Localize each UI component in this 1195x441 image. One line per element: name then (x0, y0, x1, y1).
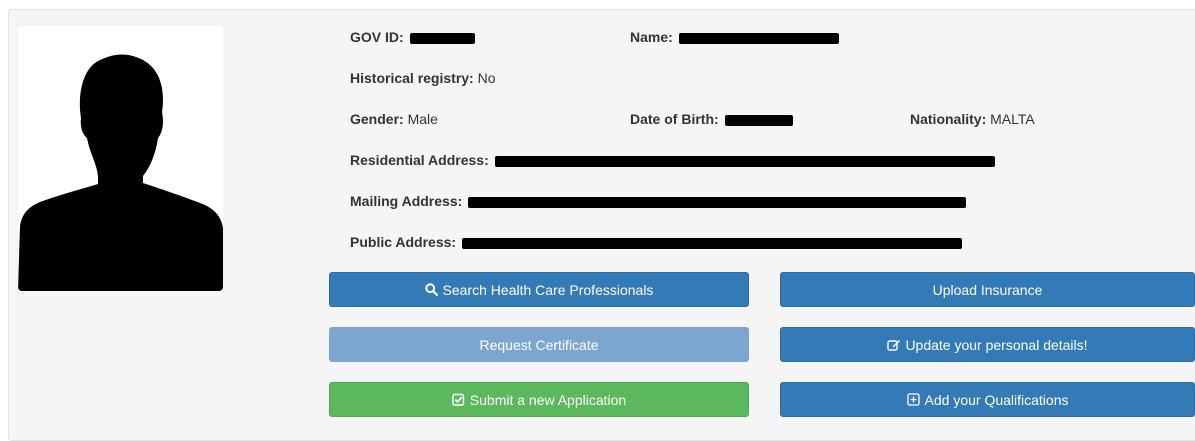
plus-square-icon (907, 393, 921, 407)
update-details-label: Update your personal details! (905, 336, 1088, 353)
upload-insurance-button[interactable]: Upload Insurance (780, 272, 1195, 307)
historical-registry-value: No (477, 70, 496, 86)
update-details-button[interactable]: Update your personal details! (780, 327, 1195, 362)
search-hcp-label: Search Health Care Professionals (442, 281, 654, 298)
mailing-address-label: Mailing Address: (350, 193, 463, 209)
profile-photo (18, 26, 223, 291)
nationality-value: MALTA (990, 111, 1035, 127)
residential-address-label: Residential Address: (350, 152, 489, 168)
gov-id-label: GOV ID: (350, 29, 404, 45)
gov-id-field: GOV ID: (350, 29, 475, 45)
gender-value: Male (407, 111, 438, 127)
nationality-field: Nationality: MALTA (910, 111, 1035, 127)
gender-field: Gender: Male (350, 111, 438, 127)
nationality-label: Nationality: (910, 111, 987, 127)
gov-id-redacted (409, 32, 475, 44)
mailing-address-field: Mailing Address: (350, 193, 967, 209)
public-address-label: Public Address: (350, 234, 457, 250)
upload-insurance-label: Upload Insurance (932, 281, 1043, 298)
public-address-field: Public Address: (350, 234, 962, 250)
check-square-icon (452, 393, 466, 407)
search-hcp-button[interactable]: Search Health Care Professionals (329, 272, 749, 307)
historical-registry-label: Historical registry: (350, 70, 474, 86)
dob-field: Date of Birth: (630, 111, 793, 127)
residential-address-field: Residential Address: (350, 152, 995, 168)
public-address-redacted (461, 237, 962, 249)
name-redacted (678, 32, 839, 44)
submit-application-button[interactable]: Submit a new Application (329, 382, 749, 417)
name-label: Name: (630, 29, 673, 45)
edit-icon (887, 338, 901, 352)
search-icon (425, 283, 439, 297)
mailing-address-redacted (468, 196, 967, 208)
gender-label: Gender: (350, 111, 404, 127)
request-certificate-label: Request Certificate (479, 336, 599, 353)
add-qualifications-label: Add your Qualifications (924, 391, 1069, 408)
add-qualifications-button[interactable]: Add your Qualifications (780, 382, 1195, 417)
request-certificate-button[interactable]: Request Certificate (329, 327, 749, 362)
dob-redacted (724, 114, 793, 126)
submit-application-label: Submit a new Application (469, 391, 627, 408)
person-silhouette-icon (18, 54, 223, 291)
residential-address-redacted (494, 155, 995, 167)
dob-label: Date of Birth: (630, 111, 719, 127)
name-field: Name: (630, 29, 839, 45)
historical-registry-field: Historical registry: No (350, 70, 496, 86)
